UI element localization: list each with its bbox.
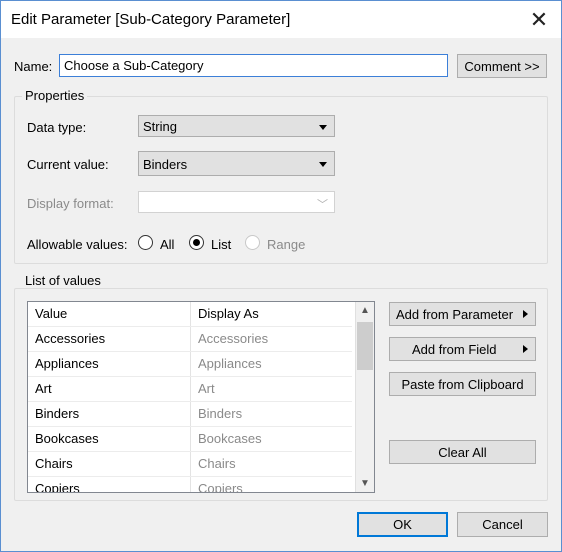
close-button[interactable]: ✕ — [517, 1, 561, 38]
close-icon: ✕ — [529, 6, 549, 32]
radio-all-label[interactable]: All — [160, 237, 174, 252]
ok-button[interactable]: OK — [357, 512, 448, 537]
add-from-field-label: Add from Field — [412, 341, 497, 357]
arrow-right-icon — [523, 310, 528, 318]
row-value: Binders — [35, 406, 80, 421]
row-display: Binders — [198, 406, 243, 421]
table-row[interactable]: Accessories Accessories — [28, 327, 352, 352]
arrow-right-icon — [523, 345, 528, 353]
dropdown-arrow-icon — [319, 162, 327, 167]
row-value: Bookcases — [35, 431, 99, 446]
radio-list[interactable] — [189, 235, 204, 250]
data-type-label: Data type: — [27, 120, 87, 135]
current-value-value: Binders — [143, 157, 188, 172]
title-bar: Edit Parameter [Sub-Category Parameter] … — [1, 1, 561, 38]
row-display: Accessories — [198, 331, 269, 346]
row-value: Appliances — [35, 356, 99, 371]
display-format-select[interactable]: ﹀ — [138, 191, 335, 213]
row-display: Copiers — [198, 481, 243, 493]
name-input[interactable] — [59, 54, 448, 77]
table-row[interactable]: Chairs Chairs — [28, 452, 352, 477]
radio-range[interactable] — [245, 235, 260, 250]
properties-title: Properties — [22, 88, 88, 103]
table-row[interactable]: Binders Binders — [28, 402, 352, 427]
scroll-up-icon[interactable]: ▲ — [356, 302, 374, 319]
row-display: Chairs — [198, 456, 236, 471]
clear-all-button[interactable]: Clear All — [389, 440, 536, 464]
table-row[interactable]: Copiers Copiers — [28, 477, 352, 493]
row-value: Copiers — [35, 481, 80, 493]
scroll-down-icon[interactable]: ▼ — [356, 475, 374, 492]
edit-parameter-dialog: Edit Parameter [Sub-Category Parameter] … — [0, 0, 562, 552]
radio-range-label[interactable]: Range — [267, 237, 305, 252]
table-row[interactable]: Art Art — [28, 377, 352, 402]
column-header-value: Value — [35, 306, 68, 321]
current-value-label: Current value: — [27, 157, 109, 172]
cancel-button[interactable]: Cancel — [457, 512, 548, 537]
row-display: Appliances — [198, 356, 262, 371]
values-table[interactable]: Value Display As Accessories Accessories… — [27, 301, 375, 493]
row-display: Art — [198, 381, 215, 396]
table-row[interactable]: Appliances Appliances — [28, 352, 352, 377]
paste-from-clipboard-button[interactable]: Paste from Clipboard — [389, 372, 536, 396]
table-row[interactable]: Bookcases Bookcases — [28, 427, 352, 452]
column-header-display-as: Display As — [198, 306, 259, 321]
chevron-down-icon: ﹀ — [317, 199, 328, 211]
data-type-select[interactable]: String — [138, 115, 335, 137]
row-value: Art — [35, 381, 52, 396]
add-from-parameter-button[interactable]: Add from Parameter — [389, 302, 536, 326]
scroll-thumb[interactable] — [357, 322, 373, 370]
row-value: Chairs — [35, 456, 73, 471]
add-from-field-button[interactable]: Add from Field — [389, 337, 536, 361]
allowable-values-label: Allowable values: — [27, 237, 128, 252]
data-type-value: String — [143, 119, 177, 134]
radio-list-label[interactable]: List — [211, 237, 231, 252]
table-header: Value Display As — [28, 302, 352, 327]
name-label: Name: — [14, 59, 53, 74]
vertical-scrollbar[interactable]: ▲ ▼ — [355, 302, 374, 492]
current-value-select[interactable]: Binders — [138, 151, 335, 176]
display-format-label: Display format: — [27, 196, 114, 211]
add-from-parameter-label: Add from Parameter — [396, 306, 514, 322]
window-title: Edit Parameter [Sub-Category Parameter] — [11, 11, 291, 28]
dropdown-arrow-icon — [319, 125, 327, 130]
row-display: Bookcases — [198, 431, 262, 446]
list-of-values-title: List of values — [22, 273, 104, 288]
row-value: Accessories — [35, 331, 106, 346]
comment-button[interactable]: Comment >> — [457, 54, 547, 78]
radio-all[interactable] — [138, 235, 153, 250]
